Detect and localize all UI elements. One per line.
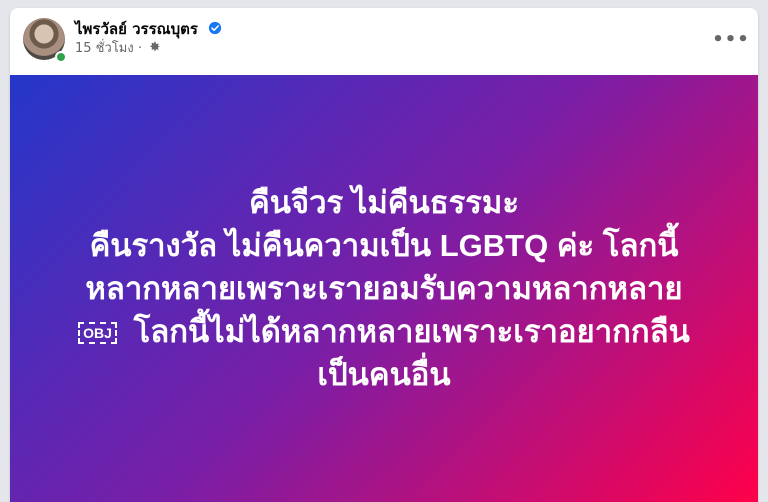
object-replacement-symbol: OBJ — [78, 322, 117, 344]
more-options-icon[interactable]: ••• — [712, 25, 749, 53]
quote-line-4: OBJ โลกนี้ไม่ได้หลากหลายเพราะเราอยากกลืน — [34, 310, 734, 353]
post-time[interactable]: 15 ชั่วโมง — [75, 41, 134, 56]
author-name[interactable]: ไพรวัลย์ วรรณบุตร — [75, 19, 222, 39]
online-status-indicator — [55, 51, 67, 63]
metadata-separator: · — [137, 41, 142, 56]
quote-line-2: คืนรางวัล ไม่คืนความเป็น LGBTQ ค่ะ โลกนี… — [89, 228, 679, 263]
quote-text: คืนจีวร ไม่คืนธรรมะ คืนรางวัล ไม่คืนความ… — [34, 181, 734, 396]
quote-line-3: หลากหลายเพราะเรายอมรับความหลากหลาย — [85, 271, 683, 306]
quote-line-5: เป็นคนอื่น — [317, 357, 451, 392]
verified-badge-icon — [209, 21, 222, 35]
post-metadata: 15 ชั่วโมง · — [75, 41, 161, 57]
quote-line-1: คืนจีวร ไม่คืนธรรมะ — [248, 185, 520, 220]
facebook-post-card: ไพรวัลย์ วรรณบุตร 15 ชั่วโมง · ••• คืนจี… — [10, 8, 758, 502]
quote-line-4-text: โลกนี้ไม่ได้หลากหลายเพราะเราอยากกลืน — [133, 314, 690, 349]
gear-icon[interactable] — [149, 41, 161, 53]
post-header: ไพรวัลย์ วรรณบุตร 15 ชั่วโมง · ••• — [10, 8, 758, 75]
author-name-text[interactable]: ไพรวัลย์ วรรณบุตร — [75, 20, 198, 38]
post-image-quote[interactable]: คืนจีวร ไม่คืนธรรมะ คืนรางวัล ไม่คืนความ… — [10, 75, 758, 502]
